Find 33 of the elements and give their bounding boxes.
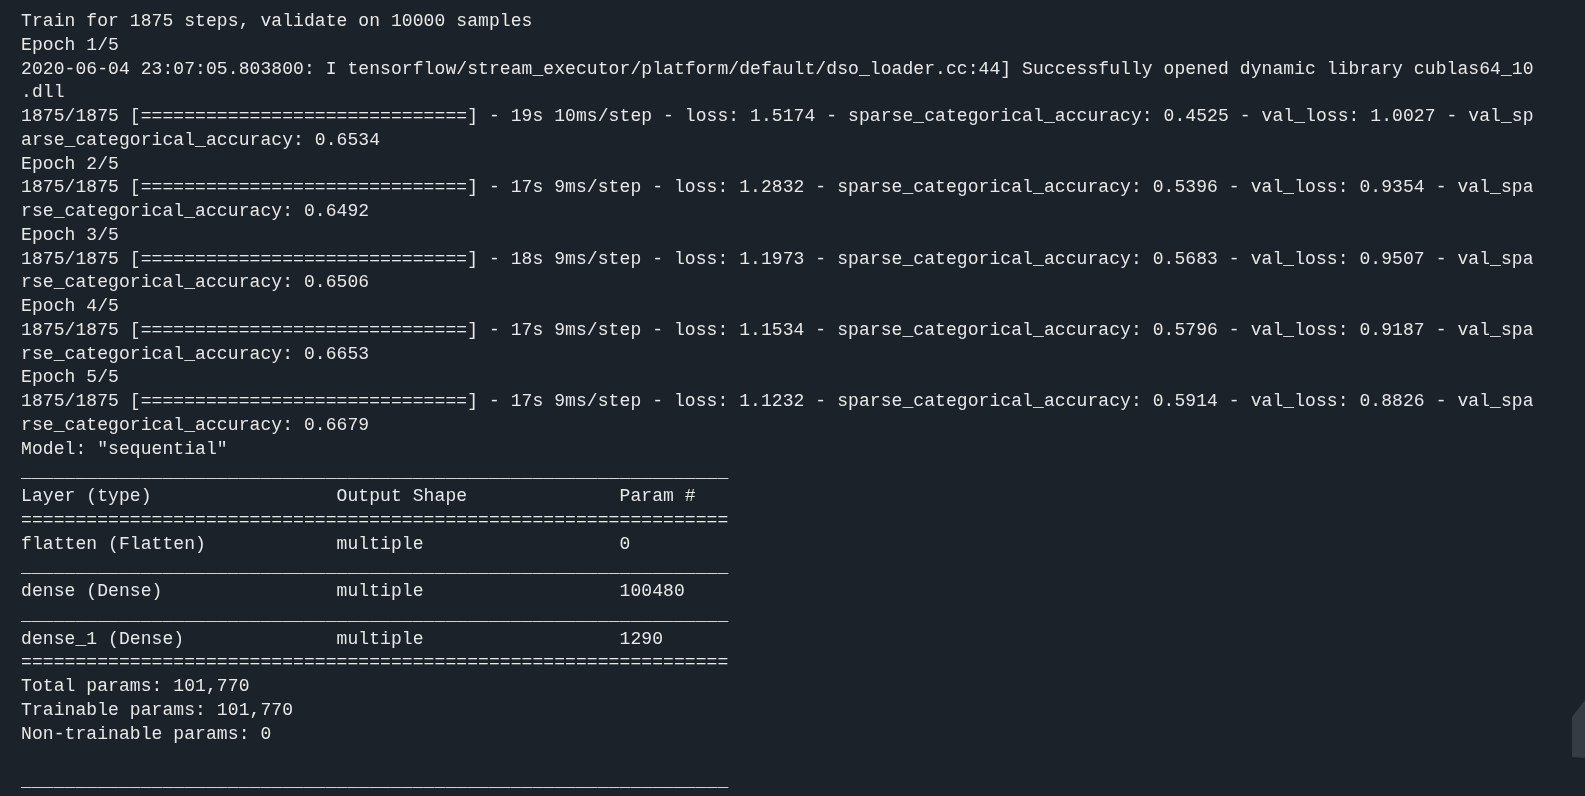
console-line: 1875/1875 [==============================] - 17s 9ms/step - loss: 1.1534 - sparse_categorical_accuracy: 0.5796 - val_loss: 0.9187 - val_spa xyxy=(21,318,1534,342)
console-line: arse_categorical_accuracy: 0.6534 xyxy=(21,128,381,152)
console-line: .dll xyxy=(21,81,65,105)
console-line: Epoch 2/5 xyxy=(21,152,119,176)
console-line: 1875/1875 [==============================] - 18s 9ms/step - loss: 1.1973 - sparse_categorical_accuracy: 0.5683 - val_loss: 0.9507 - val_spa xyxy=(21,247,1534,271)
console-line: rse_categorical_accuracy: 0.6506 xyxy=(21,271,370,295)
console-line: ================================================================= xyxy=(21,508,729,532)
console-line: dense_1 (Dense) multiple 1290 xyxy=(21,627,665,651)
console-line: 2020-06-04 23:07:05.803800: I tensorflow/stream_executor/platform/default/dso_loader.cc:44] Successfully opened dynamic library cublas64_10 xyxy=(21,57,1534,81)
console-line: Train for 1875 steps, validate on 10000 samples xyxy=(21,10,533,33)
panel-edge-drawing xyxy=(1572,700,1585,758)
console-line: Epoch 3/5 xyxy=(21,223,119,247)
console-line: Epoch 5/5 xyxy=(21,366,119,390)
console-line: 1875/1875 [==============================] - 17s 9ms/step - loss: 1.2832 - sparse_categorical_accuracy: 0.5396 - val_loss: 0.9354 - val_spa xyxy=(21,176,1534,200)
console-line: Model: "sequential" xyxy=(21,437,228,461)
console-line: _________________________________________________________________ xyxy=(21,603,729,627)
console-line: Epoch 1/5 xyxy=(21,33,119,57)
console-line: Non-trainable params: 0 xyxy=(21,722,272,746)
console-line: Trainable params: 101,770 xyxy=(21,698,294,722)
console-line: _________________________________________________________________ xyxy=(21,770,729,793)
console-line: Epoch 4/5 xyxy=(21,295,119,318)
console-line: ================================================================= xyxy=(21,651,729,675)
console-line: 1875/1875 [==============================] - 19s 10ms/step - loss: 1.5174 - sparse_categorical_accuracy: 0.4525 - val_loss: 1.0027 - val_sp xyxy=(21,105,1534,128)
console-line: Total params: 101,770 xyxy=(21,675,250,698)
console-line: 1875/1875 [==============================] - 17s 9ms/step - loss: 1.1232 - sparse_categorical_accuracy: 0.5914 - val_loss: 0.8826 - val_spa xyxy=(21,390,1534,413)
console-line: _________________________________________________________________ xyxy=(21,461,729,485)
console-line: rse_categorical_accuracy: 0.6679 xyxy=(21,413,370,437)
console-line: _________________________________________________________________ xyxy=(21,556,729,580)
console-line: rse_categorical_accuracy: 0.6653 xyxy=(21,342,370,366)
console-line: dense (Dense) multiple 100480 xyxy=(21,580,686,603)
console-line: Layer (type) Output Shape Param # xyxy=(21,485,697,508)
console-line: flatten (Flatten) multiple 0 xyxy=(21,532,632,556)
console-line: rse_categorical_accuracy: 0.6492 xyxy=(21,200,370,223)
